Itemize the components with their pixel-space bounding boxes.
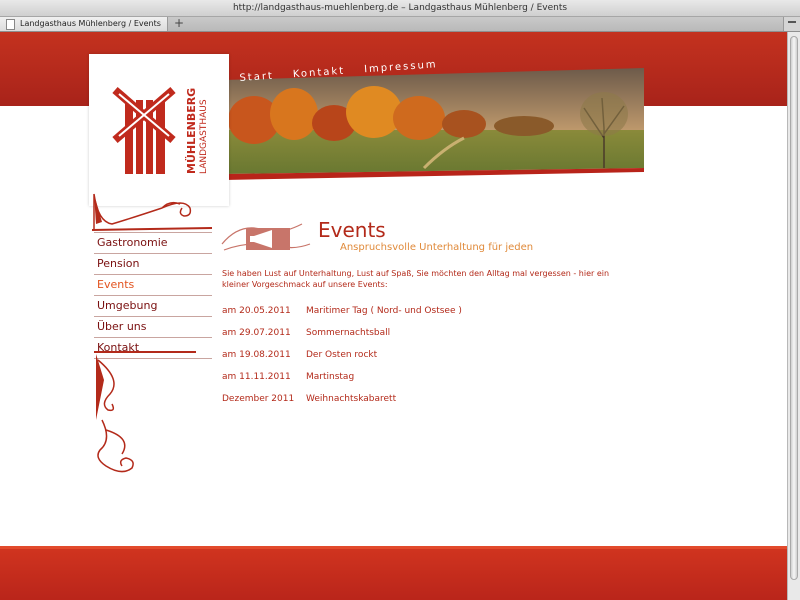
side-nav: Gastronomie Pension Events Umgebung Über… bbox=[94, 232, 212, 359]
side-nav-umgebung[interactable]: Umgebung bbox=[94, 296, 212, 317]
event-row: am 11.11.2011 Martinstag bbox=[222, 366, 622, 388]
footer-band bbox=[0, 546, 788, 600]
megaphone-icon bbox=[221, 223, 311, 251]
event-date: am 20.05.2011 bbox=[222, 306, 291, 316]
ornament-bottom bbox=[94, 351, 196, 473]
side-nav-pension[interactable]: Pension bbox=[94, 254, 212, 275]
intro-text: Sie haben Lust auf Unterhaltung, Lust au… bbox=[222, 269, 610, 289]
side-nav-gastronomie[interactable]: Gastronomie bbox=[94, 232, 212, 254]
event-name: Der Osten rockt bbox=[306, 350, 378, 360]
logo-text-1: MÜHLENBERG bbox=[184, 88, 198, 174]
event-row: am 19.08.2011 Der Osten rockt bbox=[222, 344, 622, 366]
page-icon bbox=[6, 19, 15, 30]
event-row: Dezember 2011 Weihnachtskabarett bbox=[222, 388, 622, 410]
vertical-scrollbar[interactable] bbox=[787, 32, 800, 600]
browser-tab[interactable]: Landgasthaus Mühlenberg / Events bbox=[0, 17, 168, 31]
window-title: http://landgasthaus-muehlenberg.de – Lan… bbox=[0, 0, 800, 17]
event-name: Weihnachtskabarett bbox=[306, 394, 397, 404]
event-row: am 20.05.2011 Maritimer Tag ( Nord- und … bbox=[222, 300, 622, 322]
tab-bar: Landgasthaus Mühlenberg / Events + bbox=[0, 17, 800, 32]
ornament-top bbox=[92, 193, 213, 231]
logo-text-2: LANDGASTHAUS bbox=[199, 99, 207, 174]
windmill-icon: MÜHLENBERG LANDGASTHAUS bbox=[112, 86, 207, 174]
event-name: Sommernachtsball bbox=[306, 328, 391, 338]
new-tab-button[interactable]: + bbox=[172, 17, 186, 31]
tab-overflow-icon[interactable] bbox=[783, 17, 800, 31]
event-name: Martinstag bbox=[306, 372, 355, 382]
event-date: am 29.07.2011 bbox=[222, 328, 291, 338]
event-date: Dezember 2011 bbox=[222, 394, 295, 404]
site-logo[interactable]: MÜHLENBERG LANDGASTHAUS bbox=[89, 54, 229, 206]
side-nav-events[interactable]: Events bbox=[94, 275, 212, 296]
side-nav-ueber-uns[interactable]: Über uns bbox=[94, 317, 212, 338]
event-date: am 19.08.2011 bbox=[222, 350, 291, 360]
web-page: MÜHLENBERG LANDGASTHAUS Start Kontakt Im… bbox=[0, 32, 788, 600]
events-list: am 20.05.2011 Maritimer Tag ( Nord- und … bbox=[222, 300, 622, 410]
event-date: am 11.11.2011 bbox=[222, 372, 291, 382]
scrollbar-thumb[interactable] bbox=[790, 36, 798, 580]
page-subtitle: Anspruchsvolle Unterhaltung für jeden bbox=[340, 242, 534, 253]
page-title: Events bbox=[318, 218, 386, 242]
event-name: Maritimer Tag ( Nord- und Ostsee ) bbox=[306, 306, 462, 316]
tab-title: Landgasthaus Mühlenberg / Events bbox=[20, 19, 161, 28]
top-nav-start[interactable]: Start bbox=[239, 71, 274, 84]
banner-image bbox=[224, 68, 644, 180]
event-row: am 29.07.2011 Sommernachtsball bbox=[222, 322, 622, 344]
top-nav-kontakt[interactable]: Kontakt bbox=[293, 66, 346, 81]
